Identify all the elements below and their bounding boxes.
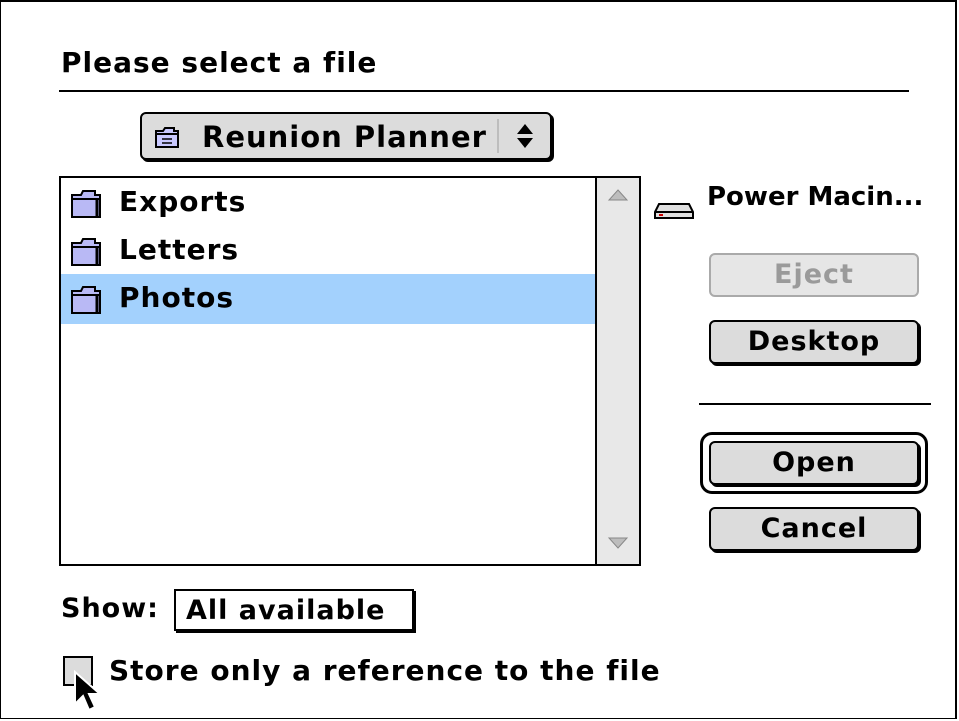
volume-label: Power Macin... (707, 182, 924, 212)
show-popup-value: All available (186, 595, 386, 626)
file-list[interactable]: Exports Letters Photos (59, 176, 641, 566)
up-down-arrows-icon (517, 124, 533, 148)
eject-button[interactable]: Eject (709, 253, 919, 297)
cancel-button[interactable]: Cancel (709, 507, 919, 551)
volume-name: Power Macin... (653, 180, 943, 220)
scroll-up-arrow-icon[interactable] (607, 188, 629, 202)
folder-popup-label: Reunion Planner (202, 120, 487, 154)
folder-icon (71, 190, 101, 218)
list-item-selected[interactable]: Photos (61, 274, 597, 324)
list-item-label: Photos (119, 281, 234, 314)
list-item-label: Letters (119, 233, 240, 266)
show-label: Show: (61, 593, 159, 624)
vertical-scrollbar[interactable] (595, 178, 639, 564)
show-popup-menu[interactable]: All available (174, 589, 414, 631)
buttons-divider (699, 403, 931, 405)
dialog-title: Please select a file (61, 46, 378, 79)
title-divider (59, 90, 909, 92)
open-button[interactable]: Open (709, 441, 919, 485)
list-item[interactable]: Letters (61, 226, 597, 276)
popup-divider (497, 119, 499, 153)
folder-icon (71, 286, 101, 314)
list-item-label: Exports (119, 185, 247, 218)
scroll-down-arrow-icon[interactable] (607, 536, 629, 550)
folder-icon (71, 238, 101, 266)
hard-disk-icon (654, 203, 694, 219)
mouse-pointer-icon (74, 670, 103, 712)
list-item[interactable]: Exports (61, 178, 597, 228)
folder-popup-menu[interactable]: Reunion Planner (140, 112, 552, 160)
folder-icon (155, 127, 179, 148)
store-reference-label[interactable]: Store only a reference to the file (109, 654, 661, 687)
desktop-button[interactable]: Desktop (709, 320, 919, 364)
open-file-dialog: Please select a file Reunion Planner Exp… (0, 0, 957, 719)
